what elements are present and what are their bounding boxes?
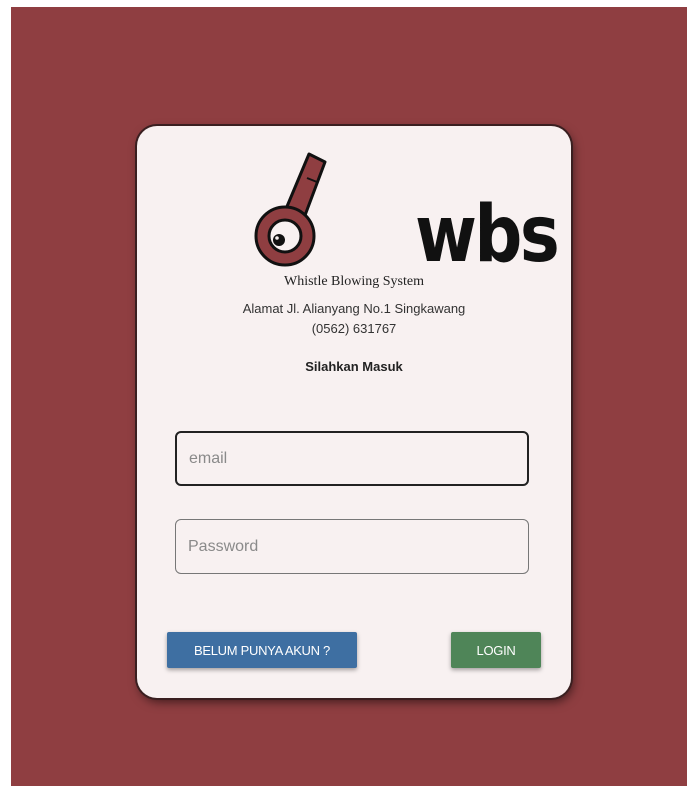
whistle-icon — [254, 152, 327, 267]
page-background: wbs Whistle Blowing System Alamat Jl. Al… — [11, 7, 687, 786]
phone-text: (0562) 631767 — [311, 321, 397, 336]
wbs-logo: wbs — [237, 146, 560, 274]
login-button[interactable]: LOGIN — [451, 632, 541, 668]
register-button[interactable]: BELUM PUNYA AKUN ? — [167, 632, 357, 668]
login-card: wbs Whistle Blowing System Alamat Jl. Al… — [137, 126, 571, 698]
system-name: Whistle Blowing System — [284, 274, 424, 289]
login-prompt: Silahkan Masuk — [305, 359, 403, 374]
logo-text: wbs — [415, 190, 560, 280]
email-field[interactable] — [175, 431, 529, 486]
address-text: Alamat Jl. Alianyang No.1 Singkawang — [242, 301, 466, 316]
password-field[interactable] — [175, 519, 529, 574]
